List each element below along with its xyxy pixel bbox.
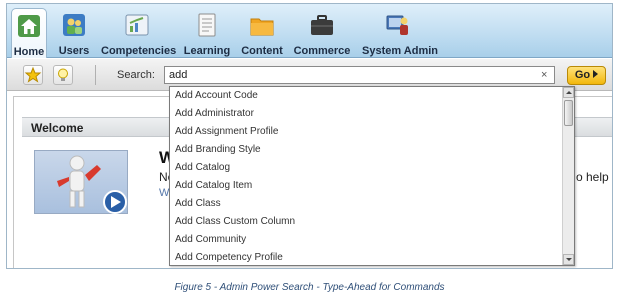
nav-item-content[interactable]: Content xyxy=(240,8,284,58)
nav-item-commerce[interactable]: Commerce xyxy=(292,8,352,58)
nav-item-home[interactable]: Home xyxy=(11,8,47,58)
content-icon xyxy=(250,18,274,36)
suggestion-item[interactable]: Add Class xyxy=(170,195,574,213)
scroll-thumb[interactable] xyxy=(564,100,573,126)
nav-item-label: System Admin xyxy=(362,45,439,57)
nav-item-label: Content xyxy=(241,45,283,57)
tips-button[interactable] xyxy=(53,65,73,85)
nav-item-learning[interactable]: Learning xyxy=(183,8,231,58)
arrow-down-icon xyxy=(566,258,572,261)
nav-item-label: Home xyxy=(13,46,45,58)
nav-item-competencies[interactable]: Competencies xyxy=(101,8,177,58)
nav-item-label: Learning xyxy=(183,45,231,57)
figure-caption: Figure 5 - Admin Power Search - Type-Ahe… xyxy=(174,282,445,293)
go-button[interactable]: Go xyxy=(567,66,606,85)
nav-item-system-admin[interactable]: System Admin xyxy=(362,8,439,58)
system-admin-icon xyxy=(386,15,408,35)
support-figure-image xyxy=(57,155,127,214)
welcome-title: Welcome xyxy=(31,121,84,135)
users-icon xyxy=(63,14,85,36)
commerce-icon xyxy=(311,15,333,35)
nav-item-label: Users xyxy=(58,45,90,57)
star-icon xyxy=(24,66,42,83)
nav-item-users[interactable]: Users xyxy=(56,8,92,58)
suggestion-item[interactable]: Add Catalog xyxy=(170,159,574,177)
toolbar-divider xyxy=(95,65,96,85)
top-navigation: Home Users Competencies Learning Content… xyxy=(7,4,612,58)
welcome-text-continued: o help yo xyxy=(576,170,612,184)
search-label: Search: xyxy=(117,69,155,81)
go-button-label: Go xyxy=(574,69,591,81)
nav-item-label: Commerce xyxy=(293,45,351,57)
arrow-up-icon xyxy=(566,91,572,94)
suggestion-item[interactable]: Add Administrator xyxy=(170,105,574,123)
suggestion-item[interactable]: Add Class Custom Column xyxy=(170,213,574,231)
lightbulb-icon xyxy=(58,68,68,81)
suggestion-item[interactable]: Add Catalog Item xyxy=(170,177,574,195)
app-window: Home Users Competencies Learning Content… xyxy=(6,3,613,269)
suggestion-item[interactable]: Add Community xyxy=(170,231,574,249)
suggestion-item[interactable]: Add Branding Style xyxy=(170,141,574,159)
welcome-video-thumbnail[interactable] xyxy=(34,150,128,214)
suggestion-item[interactable]: Add Competency Profile xyxy=(170,249,574,267)
learning-icon xyxy=(198,13,216,37)
nav-item-label: Competencies xyxy=(101,45,177,57)
suggestion-item[interactable]: Add Assignment Profile xyxy=(170,123,574,141)
clear-icon[interactable]: × xyxy=(541,68,547,82)
competencies-icon xyxy=(125,14,149,36)
scroll-down-button[interactable] xyxy=(563,254,574,265)
scroll-up-button[interactable] xyxy=(563,87,574,98)
suggestion-list: Add Account Code Add Administrator Add A… xyxy=(170,87,574,267)
search-input[interactable] xyxy=(164,66,555,84)
home-icon xyxy=(18,15,40,37)
dropdown-scrollbar[interactable] xyxy=(562,87,574,265)
play-arrow-icon xyxy=(593,70,599,78)
type-ahead-dropdown[interactable]: Add Account Code Add Administrator Add A… xyxy=(169,86,575,266)
suggestion-item[interactable]: Add Account Code xyxy=(170,87,574,105)
favorites-button[interactable] xyxy=(23,65,43,85)
